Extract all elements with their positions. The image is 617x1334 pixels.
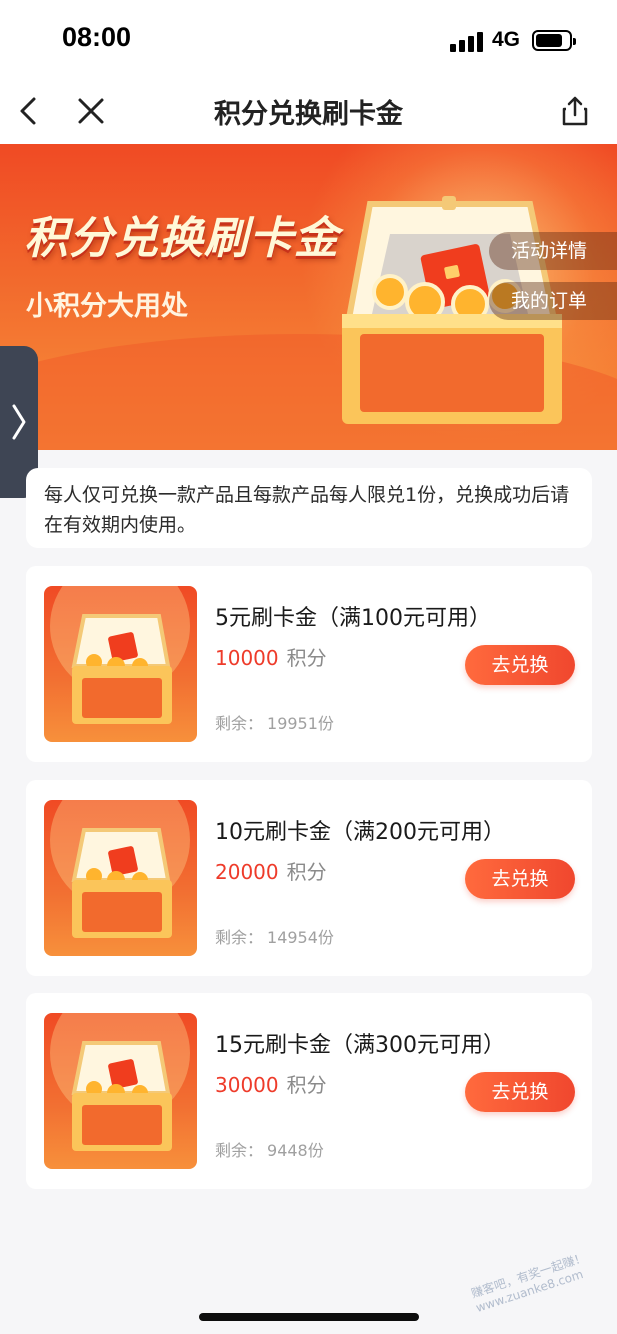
product-title: 15元刷卡金（满300元可用） — [215, 1033, 505, 1058]
product-card: 10元刷卡金（满200元可用） 20000 积分 剩余： 14954份 去兑换 — [26, 780, 592, 976]
promo-banner: 积分兑换刷卡金 小积分大用处 活动详情 我的订单 — [0, 144, 617, 450]
product-title: 5元刷卡金（满100元可用） — [215, 606, 491, 631]
product-card: 15元刷卡金（满300元可用） 30000 积分 剩余： 9448份 去兑换 — [26, 993, 592, 1189]
status-bar: 08:00 4G — [0, 0, 617, 80]
exchange-notice: 每人仅可兑换一款产品且每款产品每人限兑1份，兑换成功后请在有效期内使用。 — [26, 468, 592, 548]
my-orders-button[interactable]: 我的订单 — [488, 282, 617, 320]
product-thumbnail — [44, 1013, 197, 1169]
remaining-label: 剩余： — [215, 928, 264, 947]
points-cost: 30000 积分 — [215, 1069, 327, 1098]
banner-title: 积分兑换刷卡金 — [24, 213, 339, 264]
page-title: 积分兑换刷卡金 — [214, 99, 403, 130]
product-title: 10元刷卡金（满200元可用） — [215, 820, 505, 845]
points-unit: 积分 — [286, 860, 327, 884]
signal-icon — [450, 30, 484, 52]
points-value: 30000 — [215, 1073, 279, 1097]
remaining-stock: 剩余： 14954份 — [215, 924, 334, 948]
product-card: 5元刷卡金（满100元可用） 10000 积分 剩余： 19951份 去兑换 — [26, 566, 592, 762]
remaining-label: 剩余： — [215, 714, 264, 733]
battery-icon — [532, 30, 576, 51]
treasure-chest-icon — [50, 800, 190, 938]
remaining-value: 9448份 — [267, 1141, 324, 1160]
remaining-value: 14954份 — [267, 928, 334, 947]
points-unit: 积分 — [286, 646, 327, 670]
banner-subtitle: 小积分大用处 — [26, 291, 188, 322]
nav-bar: 积分兑换刷卡金 — [0, 80, 617, 144]
remaining-label: 剩余： — [215, 1141, 264, 1160]
chevron-right-icon — [12, 404, 26, 440]
product-thumbnail — [44, 800, 197, 956]
home-indicator[interactable] — [199, 1313, 419, 1321]
redeem-button[interactable]: 去兑换 — [465, 1072, 575, 1112]
product-thumbnail — [44, 586, 197, 742]
points-unit: 积分 — [286, 1073, 327, 1097]
remaining-stock: 剩余： 9448份 — [215, 1137, 324, 1161]
watermark: 赚客吧，有奖一起赚！ www.zuanke8.com — [469, 1250, 588, 1315]
remaining-stock: 剩余： 19951份 — [215, 710, 334, 734]
remaining-value: 19951份 — [267, 714, 334, 733]
treasure-chest-icon — [50, 1013, 190, 1151]
points-cost: 10000 积分 — [215, 642, 327, 671]
network-type: 4G — [492, 28, 521, 51]
share-icon[interactable] — [558, 94, 592, 128]
redeem-button[interactable]: 去兑换 — [465, 859, 575, 899]
activity-details-button[interactable]: 活动详情 — [488, 232, 617, 270]
points-value: 10000 — [215, 646, 279, 670]
status-time: 08:00 — [62, 22, 132, 52]
points-value: 20000 — [215, 860, 279, 884]
redeem-button[interactable]: 去兑换 — [465, 645, 575, 685]
points-cost: 20000 积分 — [215, 856, 327, 885]
treasure-chest-icon — [50, 586, 190, 724]
